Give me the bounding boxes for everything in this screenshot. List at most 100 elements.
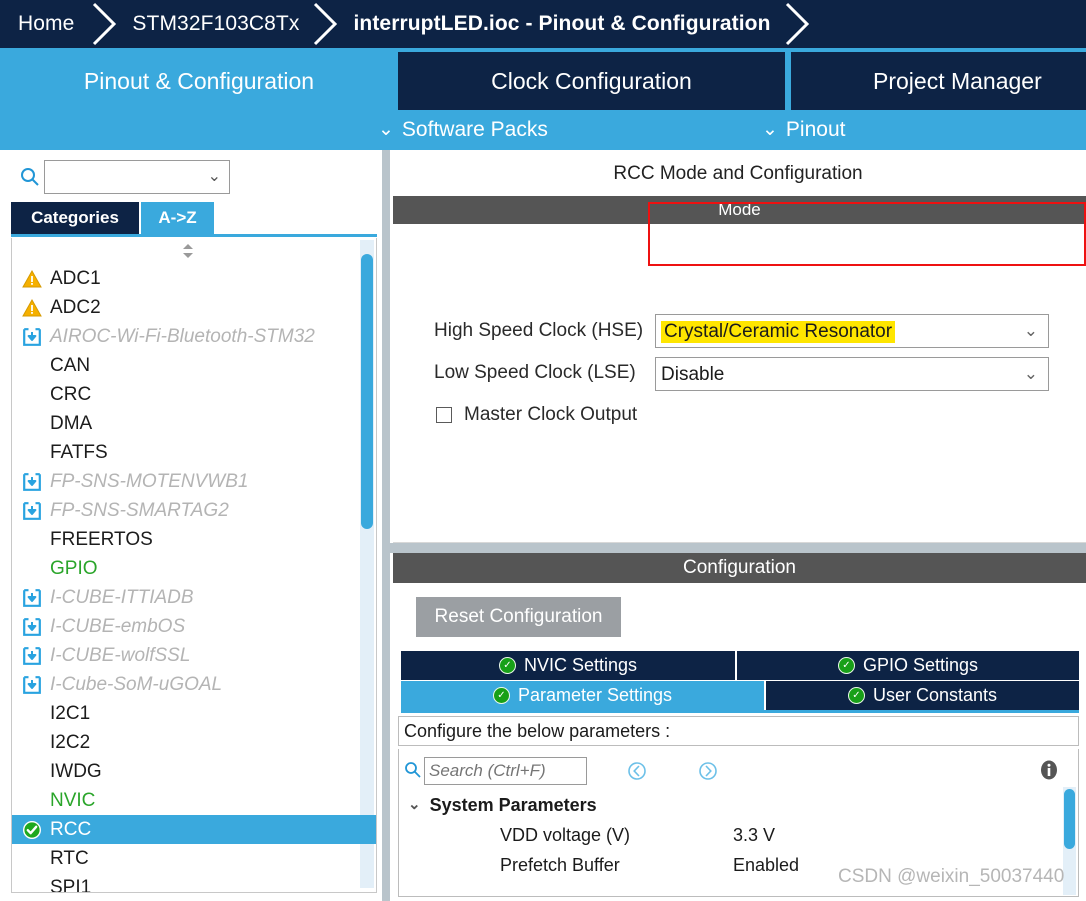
parameter-search-row	[399, 751, 1078, 789]
chevron-down-icon: ⌄	[207, 168, 221, 185]
sidebar-item-fp-sns-motenvwb1[interactable]: FP-SNS-MOTENVWB1	[12, 467, 376, 496]
sub-toolbar: ⌄ Software Packs ⌄ Pinout	[0, 110, 1086, 150]
check-icon	[22, 820, 42, 840]
sidebar-search-row: ⌄	[0, 153, 388, 201]
tab-gpio-settings[interactable]: ✓ GPIO Settings	[737, 651, 1079, 680]
sidebar-item-label: GPIO	[50, 558, 98, 579]
menu-software-packs-label: Software Packs	[401, 118, 548, 141]
main-tab-strip: Pinout & Configuration Clock Configurati…	[0, 48, 1086, 110]
checkbox-master-clock-output[interactable]: Master Clock Output	[436, 404, 637, 426]
sidebar-search-combo[interactable]: ⌄	[44, 160, 230, 194]
breadcrumb-item-device[interactable]: STM32F103C8Tx	[122, 12, 309, 36]
sidebar-tab-underline	[11, 234, 377, 237]
sidebar-tab-categories[interactable]: Categories	[11, 202, 139, 234]
download-icon	[22, 327, 42, 347]
sidebar-item-crc[interactable]: CRC	[12, 380, 376, 409]
sidebar-item-label: AIROC-Wi-Fi-Bluetooth-STM32	[50, 326, 315, 347]
tab-user-constants-label: User Constants	[872, 685, 998, 705]
sidebar-item-label: ADC2	[50, 297, 101, 318]
check-icon: ✓	[837, 657, 855, 674]
sidebar-item-label: FP-SNS-MOTENVWB1	[50, 471, 249, 492]
sidebar-item-iwdg[interactable]: IWDG	[12, 757, 376, 786]
search-icon	[20, 167, 40, 187]
menu-pinout[interactable]: ⌄ Pinout	[762, 110, 845, 150]
parameter-row-prefetch-buffer-value[interactable]: Enabled	[733, 855, 799, 876]
parameter-scrollbar-thumb[interactable]	[1064, 789, 1075, 849]
sidebar-item-gpio[interactable]: GPIO	[12, 554, 376, 583]
sidebar-item-label: RCC	[50, 819, 92, 840]
next-match-icon[interactable]	[698, 761, 718, 781]
sidebar-item-i-cube-ittiadb[interactable]: I-CUBE-ITTIADB	[12, 583, 376, 612]
sidebar-item-i-cube-som-ugoal[interactable]: I-Cube-SoM-uGOAL	[12, 670, 376, 699]
sidebar-tab-row: Categories A->Z	[0, 202, 388, 234]
peripheral-list: ADC1 ADC2 AIROC-Wi-Fi-Bluetooth-STM32 CAN CR…	[11, 238, 377, 893]
list-splitter-handle[interactable]	[176, 242, 200, 260]
sidebar-item-spi1[interactable]: SPI1	[12, 873, 376, 892]
checkbox-master-clock-output-label: Master Clock Output	[464, 404, 638, 425]
tab-user-constants[interactable]: ✓ User Constants	[766, 681, 1079, 710]
sidebar-item-adc1[interactable]: ADC1	[12, 264, 376, 293]
dropdown-high-speed-clock[interactable]: Crystal/Ceramic Resonator ⌄	[655, 314, 1049, 348]
download-icon	[22, 501, 42, 521]
sidebar-item-can[interactable]: CAN	[12, 351, 376, 380]
checkbox-master-clock-output-box[interactable]	[436, 407, 452, 423]
sidebar-item-rtc[interactable]: RTC	[12, 844, 376, 873]
sidebar-item-i-cube-wolfssl[interactable]: I-CUBE-wolfSSL	[12, 641, 376, 670]
parameter-search-input[interactable]	[424, 757, 587, 785]
info-icon[interactable]	[1038, 759, 1060, 781]
check-icon: ✓	[492, 687, 510, 704]
menu-software-packs[interactable]: ⌄ Software Packs	[378, 110, 548, 150]
sidebar-item-label: IWDG	[50, 761, 102, 782]
tab-parameter-settings[interactable]: ✓ Parameter Settings	[401, 681, 764, 710]
sidebar-item-rcc[interactable]: RCC	[12, 815, 376, 844]
parameter-group-system-parameters[interactable]: ⌄ System Parameters	[408, 795, 597, 816]
breadcrumb-chevron-icon	[781, 0, 815, 48]
chevron-down-icon: ⌄	[762, 118, 778, 140]
tab-pinout-configuration[interactable]: Pinout & Configuration	[8, 52, 390, 110]
breadcrumb-item-home[interactable]: Home	[0, 12, 88, 36]
sidebar-item-airoc-wi-fi-bluetooth-stm32[interactable]: AIROC-Wi-Fi-Bluetooth-STM32	[12, 322, 376, 351]
parameter-scrollbar-track[interactable]	[1063, 787, 1076, 895]
parameter-group-label: System Parameters	[429, 795, 597, 815]
horizontal-splitter[interactable]	[390, 543, 1086, 553]
tab-parameter-settings-label: Parameter Settings	[517, 685, 673, 705]
page-title: RCC Mode and Configuration	[613, 163, 863, 184]
search-icon	[404, 761, 422, 779]
parameter-row-vdd-voltage-value[interactable]: 3.3 V	[733, 825, 775, 846]
sidebar-item-nvic[interactable]: NVIC	[12, 786, 376, 815]
label-high-speed-clock: High Speed Clock (HSE)	[434, 320, 644, 341]
tab-clock-configuration[interactable]: Clock Configuration	[398, 52, 785, 110]
breadcrumb-item-project[interactable]: interruptLED.ioc - Pinout & Configuratio…	[343, 12, 780, 36]
sidebar-item-label: I-Cube-SoM-uGOAL	[50, 674, 223, 695]
tab-project-manager[interactable]: Project Manager	[791, 52, 1086, 110]
sidebar-item-adc2[interactable]: ADC2	[12, 293, 376, 322]
tab-nvic-settings[interactable]: ✓ NVIC Settings	[401, 651, 735, 680]
sidebar-item-i-cube-embos[interactable]: I-CUBE-embOS	[12, 612, 376, 641]
sidebar-item-label: I-CUBE-ITTIADB	[50, 587, 194, 608]
chevron-down-icon: ⌄	[1023, 364, 1038, 383]
configuration-section-body: Reset Configuration ✓ NVIC Settings ✓ GP…	[393, 583, 1086, 901]
sidebar-item-fatfs[interactable]: FATFS	[12, 438, 376, 467]
breadcrumb-chevron-icon	[88, 0, 122, 48]
parameter-row-vdd-voltage-key: VDD voltage (V)	[500, 825, 631, 845]
sidebar-item-label: CRC	[50, 384, 92, 405]
previous-match-icon[interactable]	[627, 761, 647, 781]
sidebar-item-label: FATFS	[50, 442, 108, 463]
sidebar-tab-az[interactable]: A->Z	[141, 202, 214, 234]
configuration-tab-underline	[401, 710, 1079, 713]
menu-pinout-label: Pinout	[785, 118, 846, 141]
sidebar-item-i2c2[interactable]: I2C2	[12, 728, 376, 757]
dropdown-low-speed-clock[interactable]: Disable ⌄	[655, 357, 1049, 391]
reset-configuration-button[interactable]: Reset Configuration	[416, 597, 621, 637]
sidebar-item-i2c1[interactable]: I2C1	[12, 699, 376, 728]
chevron-down-icon[interactable]: ⌄	[408, 797, 421, 812]
sidebar-item-freertos[interactable]: FREERTOS	[12, 525, 376, 554]
sidebar-item-fp-sns-smartag2[interactable]: FP-SNS-SMARTAG2	[12, 496, 376, 525]
label-low-speed-clock: Low Speed Clock (LSE)	[434, 362, 636, 383]
mode-section-body: High Speed Clock (HSE) Crystal/Ceramic R…	[393, 224, 1086, 543]
vertical-splitter[interactable]	[382, 150, 390, 901]
mode-section-header: Mode	[393, 196, 1086, 224]
sidebar-item-label: I-CUBE-wolfSSL	[50, 645, 191, 666]
parameter-table: ⌄ System Parameters VDD voltage (V) 3.3 …	[398, 749, 1079, 897]
sidebar-item-dma[interactable]: DMA	[12, 409, 376, 438]
